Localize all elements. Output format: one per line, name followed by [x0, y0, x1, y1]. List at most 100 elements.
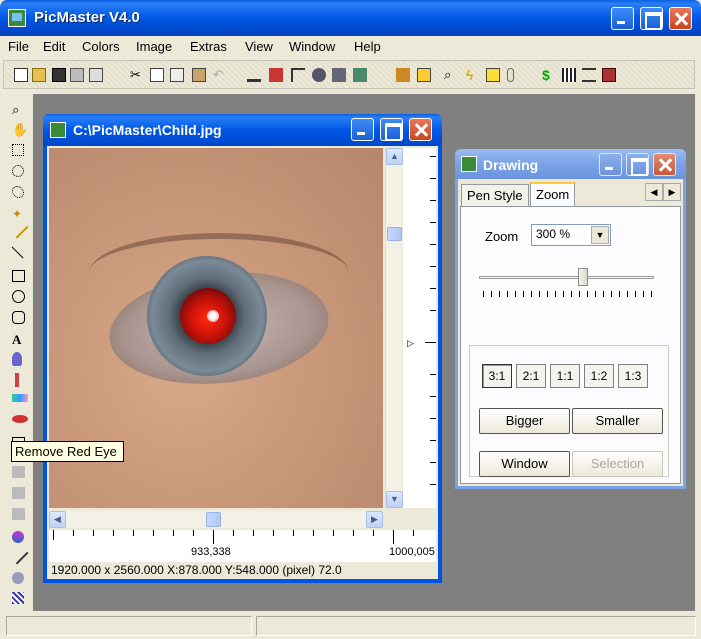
lasso-icon[interactable]: [12, 186, 24, 198]
vertical-scroll-thumb[interactable]: [387, 227, 402, 241]
undo-icon[interactable]: ↶: [213, 68, 227, 82]
pin-icon[interactable]: [507, 68, 514, 82]
scroll-up-button[interactable]: ▲: [386, 148, 403, 165]
maximize-button[interactable]: [640, 7, 663, 30]
dropper-icon[interactable]: [11, 547, 29, 565]
dollar-icon[interactable]: $: [542, 68, 556, 82]
menu-file[interactable]: File: [8, 39, 29, 54]
chevron-down-icon[interactable]: ▼: [591, 226, 609, 244]
scroll-down-button[interactable]: ▼: [386, 491, 403, 508]
image-status-text: 1920.000 x 2560.000 X:878.000 Y:548.000 …: [51, 563, 342, 577]
ratio-1-2-button[interactable]: 1:2: [584, 364, 614, 388]
pattern-icon[interactable]: [12, 592, 24, 604]
rectangle-icon[interactable]: [12, 270, 25, 282]
bigger-button[interactable]: Bigger: [479, 408, 570, 434]
menu-edit[interactable]: Edit: [43, 39, 65, 54]
window-button[interactable]: Window: [479, 451, 570, 477]
close-button[interactable]: [669, 7, 692, 30]
stamp-icon[interactable]: [396, 68, 410, 82]
selection-button[interactable]: Selection: [572, 451, 663, 477]
menu-view[interactable]: View: [245, 39, 273, 54]
ruler-tick: [313, 530, 314, 536]
smaller-button[interactable]: Smaller: [572, 408, 663, 434]
color-pick-icon[interactable]: [12, 531, 24, 543]
crop-icon[interactable]: [269, 68, 283, 82]
drawing-maximize-button[interactable]: [626, 153, 649, 176]
main-titlebar[interactable]: PicMaster V4.0: [0, 0, 701, 36]
camera-icon[interactable]: [332, 68, 346, 82]
brush-icon[interactable]: [15, 373, 19, 387]
effects-icon[interactable]: [353, 68, 367, 82]
horizontal-scroll-thumb[interactable]: [206, 512, 221, 527]
lightning-icon[interactable]: ϟ: [466, 68, 480, 82]
ellipse-select-icon[interactable]: [12, 165, 24, 177]
menu-help[interactable]: Help: [354, 39, 381, 54]
drawing-titlebar[interactable]: Drawing: [455, 149, 686, 179]
spray-icon[interactable]: [12, 572, 24, 584]
book-icon[interactable]: [602, 68, 616, 82]
new-icon[interactable]: [14, 68, 28, 82]
scroll-right-button[interactable]: ▶: [366, 511, 383, 528]
clipboard-icon[interactable]: [417, 68, 431, 82]
copy-icon[interactable]: [170, 68, 184, 82]
ruler-tick: [430, 288, 436, 289]
qr-icon[interactable]: [562, 68, 576, 82]
magic-wand-icon[interactable]: ✦: [12, 206, 28, 222]
ratio-1-1-button[interactable]: 1:1: [550, 364, 580, 388]
select-icon[interactable]: [486, 68, 500, 82]
filter-icon[interactable]: [312, 68, 326, 82]
ruler-tick: [213, 530, 214, 544]
tab-scroll-left-button[interactable]: ◀: [645, 183, 663, 201]
ruler-tick: [430, 418, 436, 419]
hand-tool-icon[interactable]: ✋: [12, 122, 28, 138]
zoom-slider-track[interactable]: [479, 276, 654, 279]
cut-icon[interactable]: ✂: [130, 68, 144, 82]
ratio-3-1-button[interactable]: 3:1: [482, 364, 512, 388]
drawing-close-button[interactable]: [653, 153, 676, 176]
rect-select-icon[interactable]: [12, 144, 24, 156]
zoom-icon[interactable]: ⌕: [444, 68, 458, 82]
zoom-dropdown[interactable]: 300 % ▼: [531, 224, 611, 246]
ratio-1-3-button[interactable]: 1:3: [618, 364, 648, 388]
menu-extras[interactable]: Extras: [190, 39, 227, 54]
gradient-icon[interactable]: [12, 394, 28, 402]
line-icon[interactable]: [11, 241, 29, 259]
rounded-rect-icon[interactable]: [12, 311, 25, 324]
pencil-icon[interactable]: [11, 221, 29, 239]
ellipse-icon[interactable]: [12, 290, 25, 303]
ratio-2-1-button[interactable]: 2:1: [516, 364, 546, 388]
tab-scroll-right-button[interactable]: ▶: [663, 183, 681, 201]
close-icon: [670, 8, 691, 29]
image-close-button[interactable]: [409, 118, 432, 141]
zoom-slider-thumb[interactable]: [578, 268, 588, 286]
open-icon[interactable]: [32, 68, 46, 82]
tab-zoom[interactable]: Zoom: [530, 182, 576, 206]
redeye-tool-icon[interactable]: [291, 68, 305, 82]
drawing-panel[interactable]: Drawing Pen Style Zoom ◀ ▶ Zoom 300 % ▼ …: [455, 149, 686, 489]
image-window[interactable]: C:\PicMaster\Child.jpg ▲ ▼ ▷ ◀ ▶ 933,338…: [43, 114, 442, 583]
tab-pen-style[interactable]: Pen Style: [461, 184, 529, 206]
minimize-icon: [612, 8, 633, 29]
list-icon[interactable]: [582, 68, 596, 82]
paste-icon[interactable]: [192, 68, 206, 82]
menu-colors[interactable]: Colors: [82, 39, 120, 54]
text-tool-icon[interactable]: A: [12, 332, 28, 348]
minimize-button[interactable]: [611, 7, 634, 30]
menu-image[interactable]: Image: [136, 39, 172, 54]
image-window-titlebar[interactable]: C:\PicMaster\Child.jpg: [43, 114, 442, 146]
horizontal-scrollbar[interactable]: ◀ ▶: [49, 511, 383, 528]
flip-icon[interactable]: [247, 68, 261, 82]
vertical-scrollbar[interactable]: ▲ ▼: [385, 148, 403, 508]
paint-bucket-icon[interactable]: [12, 352, 22, 366]
image-minimize-button[interactable]: [351, 118, 374, 141]
zoom-tool-icon[interactable]: ⌕: [12, 102, 28, 118]
remove-red-eye-icon[interactable]: [12, 415, 28, 423]
paste-special-icon[interactable]: [150, 68, 164, 82]
save-icon[interactable]: [52, 68, 66, 82]
menu-window[interactable]: Window: [289, 39, 335, 54]
drawing-minimize-button[interactable]: [599, 153, 622, 176]
scan-icon[interactable]: [70, 68, 84, 82]
image-maximize-button[interactable]: [380, 118, 403, 141]
scroll-left-button[interactable]: ◀: [49, 511, 66, 528]
print-icon[interactable]: [89, 68, 103, 82]
